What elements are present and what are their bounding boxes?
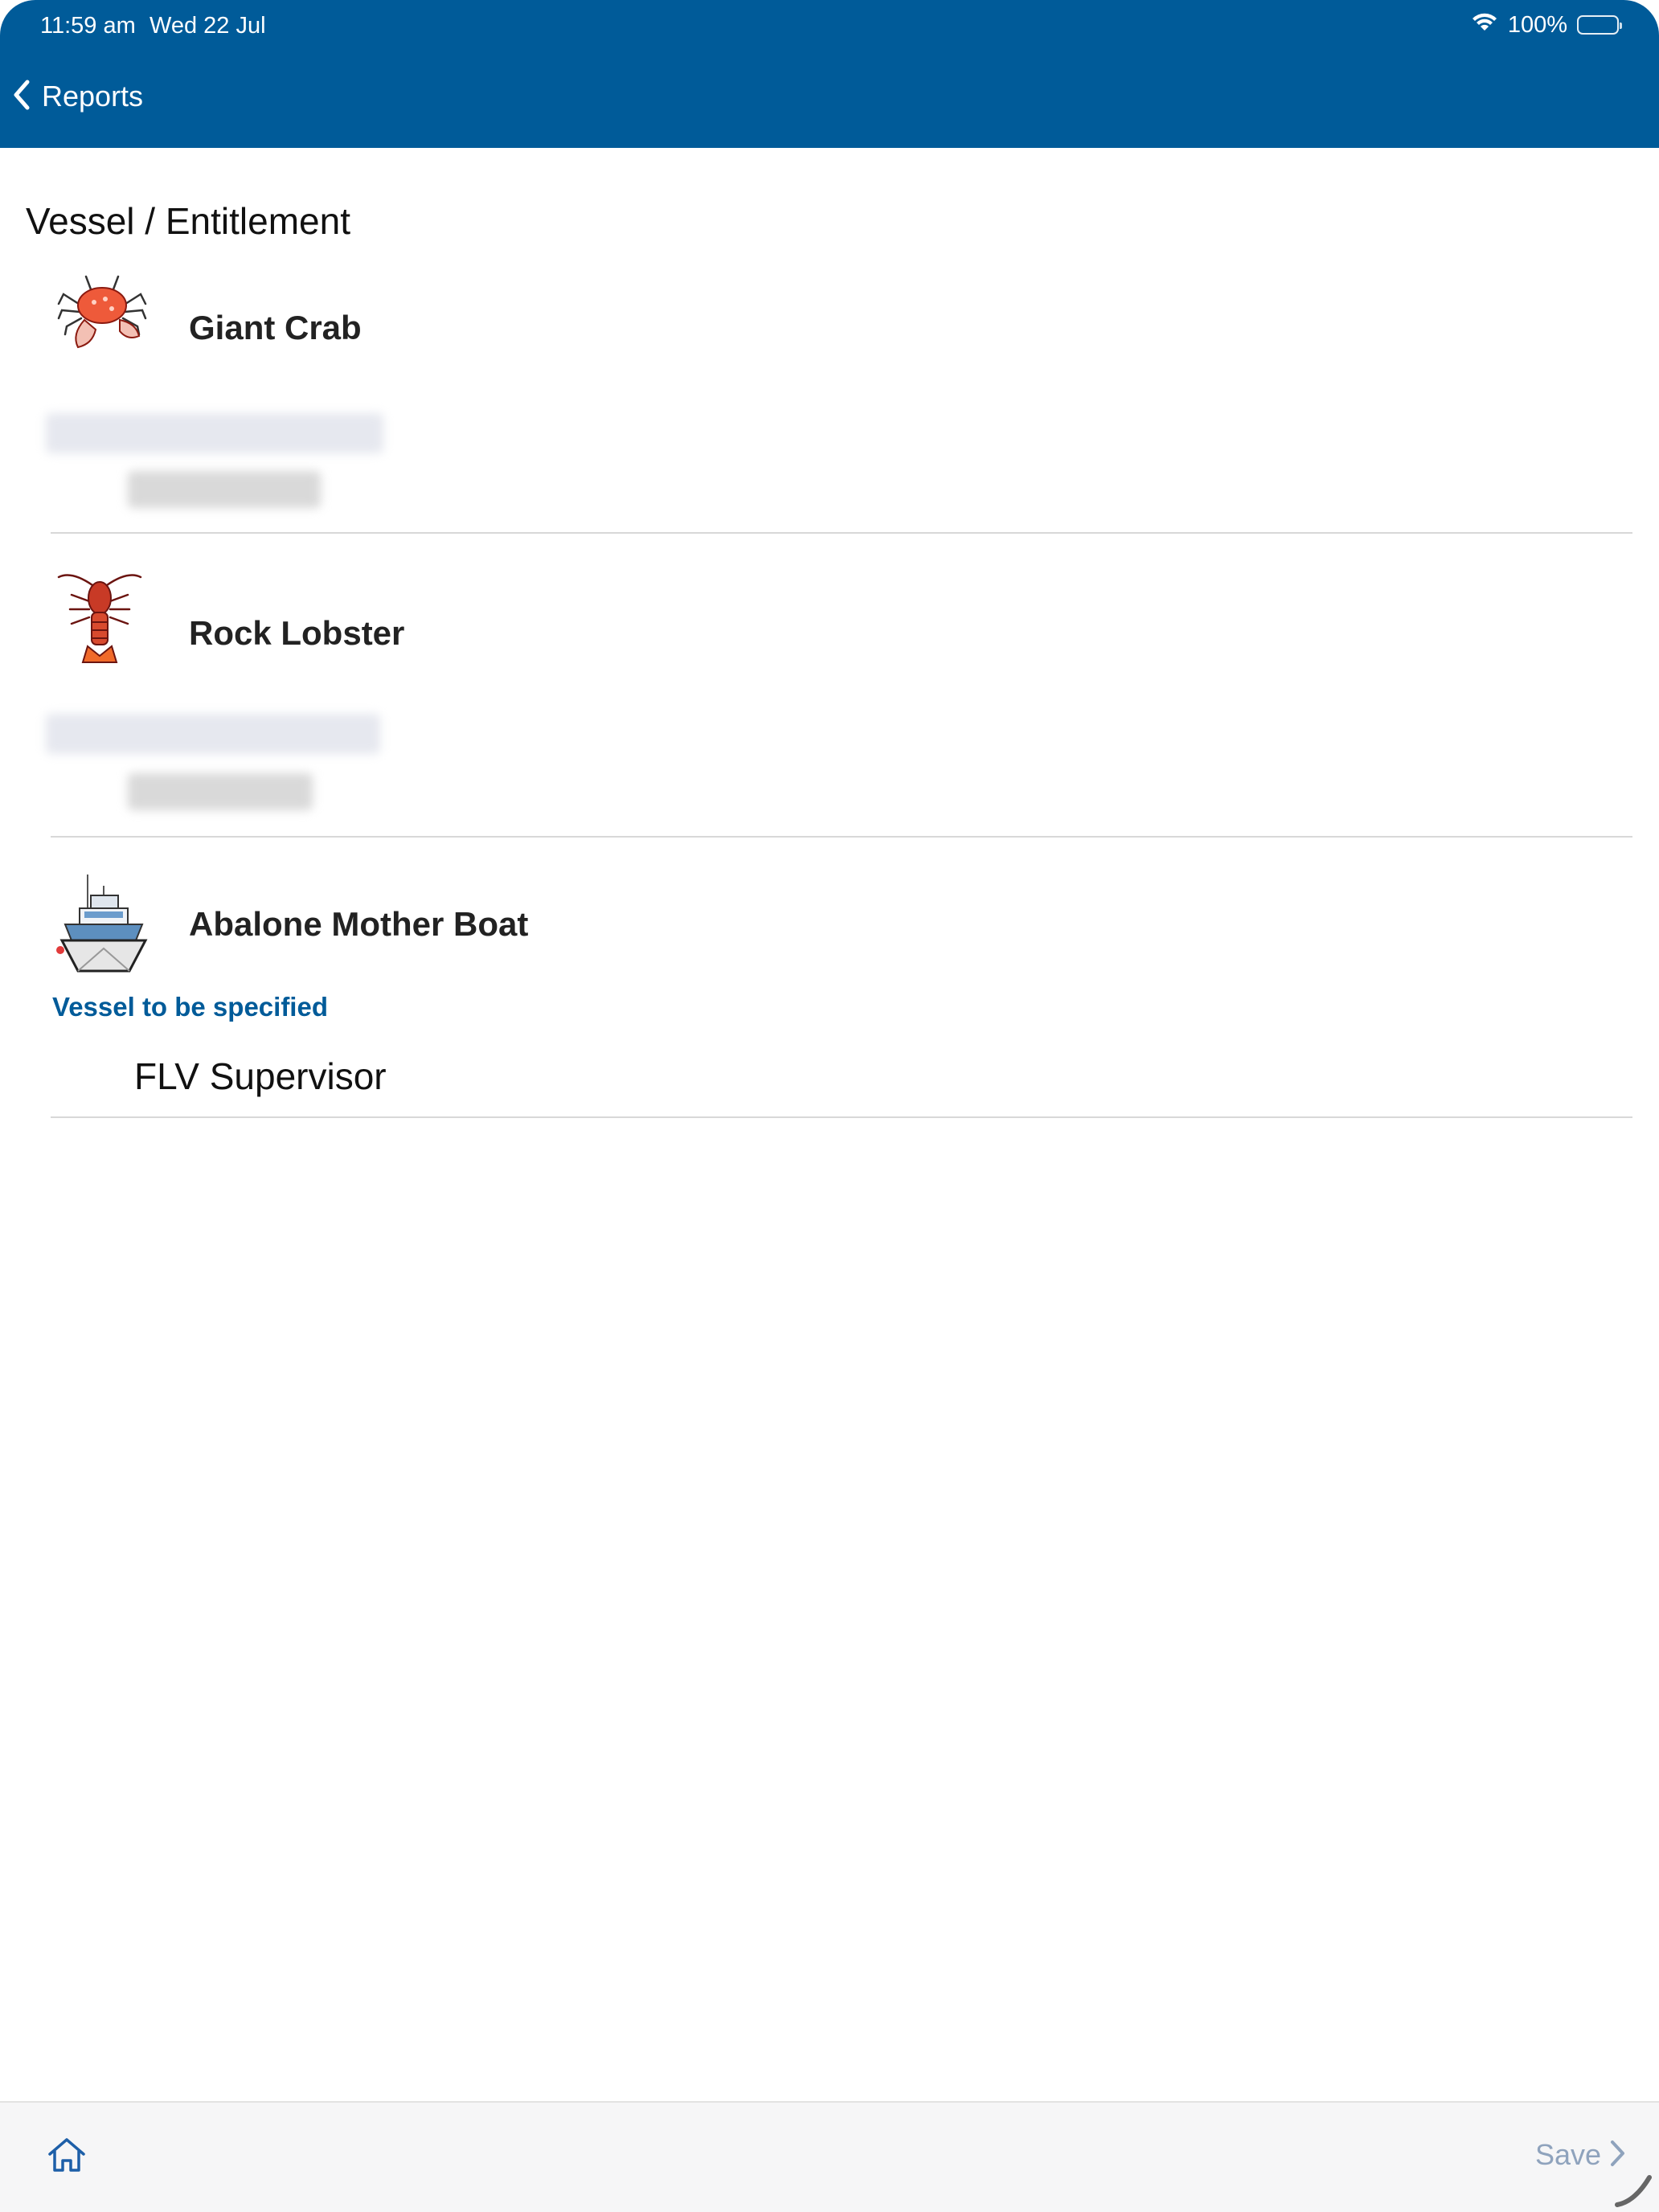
redacted-detail	[46, 714, 380, 754]
corner-swipe-indicator	[1614, 2163, 1659, 2212]
wifi-icon	[1471, 11, 1498, 39]
save-label: Save	[1534, 2138, 1601, 2171]
redacted-role	[128, 773, 313, 810]
bottom-toolbar: Save	[0, 2101, 1659, 2212]
section-title: Vessel / Entitlement	[26, 200, 350, 242]
status-bar: 11:59 am Wed 22 Jul 100%	[0, 0, 1659, 51]
back-label: Reports	[42, 80, 144, 113]
entitlement-row-rock-lobster[interactable]: Rock Lobster	[46, 534, 1632, 838]
crab-icon	[55, 270, 149, 358]
battery-percent: 100%	[1507, 11, 1567, 38]
chevron-left-icon	[11, 79, 31, 115]
vessel-note: Vessel to be specified	[52, 992, 328, 1022]
battery-icon	[1577, 15, 1622, 35]
entitlement-title: Giant Crab	[189, 309, 362, 346]
redacted-detail	[46, 413, 383, 453]
status-time: 11:59 am	[40, 13, 136, 39]
entitlement-row-giant-crab[interactable]: Giant Crab	[46, 254, 1632, 534]
header-bar: 11:59 am Wed 22 Jul 100% Reports	[0, 0, 1659, 148]
lobster-icon	[55, 566, 144, 673]
entitlement-title: Rock Lobster	[189, 614, 405, 652]
back-button[interactable]: Reports	[11, 74, 143, 119]
status-date: Wed 22 Jul	[150, 13, 266, 39]
home-icon[interactable]	[47, 2136, 87, 2177]
boat-icon	[55, 873, 152, 977]
entitlement-row-abalone-mother-boat[interactable]: Abalone Mother Boat Vessel to be specifi…	[51, 838, 1632, 1118]
entitlement-title: Abalone Mother Boat	[189, 905, 529, 943]
role-label: FLV Supervisor	[134, 1055, 387, 1097]
status-right: 100%	[1471, 11, 1622, 39]
redacted-role	[128, 471, 321, 508]
save-button[interactable]: Save	[1535, 2138, 1627, 2172]
